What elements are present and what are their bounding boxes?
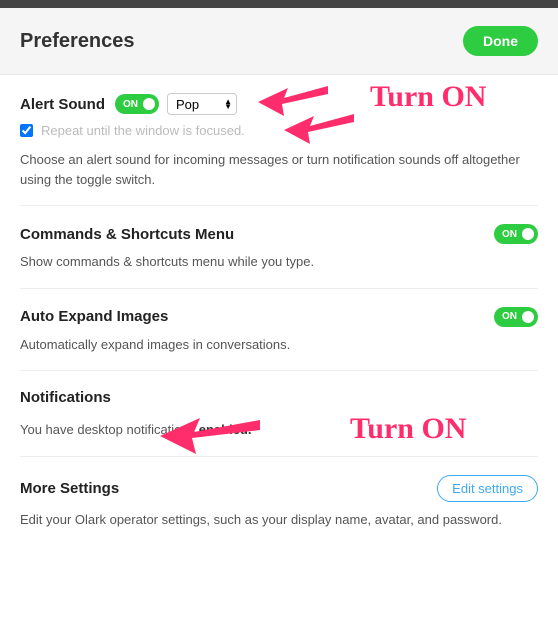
toggle-label: ON — [123, 99, 138, 110]
notifications-title: Notifications — [20, 389, 111, 406]
commands-desc: Show commands & shortcuts menu while you… — [20, 252, 538, 272]
annotation-text-2: Turn ON — [350, 412, 466, 446]
auto-expand-toggle[interactable]: ON — [494, 307, 538, 327]
preferences-header: Preferences Done — [0, 8, 558, 75]
toggle-knob-icon — [522, 228, 534, 240]
notifications-desc-prefix: You have desktop notifications — [20, 422, 199, 437]
toggle-label: ON — [502, 229, 517, 240]
alert-sound-desc: Choose an alert sound for incoming messa… — [20, 150, 538, 189]
notifications-status: enabled. — [199, 422, 252, 437]
select-value: Pop — [176, 97, 199, 112]
browser-topbar — [0, 0, 558, 8]
preferences-content: Alert Sound ON Pop ▲▼ Repeat until the w… — [0, 75, 558, 545]
section-auto-expand: Auto Expand Images ON Automatically expa… — [20, 289, 538, 372]
done-button[interactable]: Done — [463, 26, 538, 56]
more-settings-desc: Edit your Olark operator settings, such … — [20, 510, 538, 530]
commands-toggle[interactable]: ON — [494, 224, 538, 244]
alert-sound-select[interactable]: Pop ▲▼ — [167, 93, 237, 115]
repeat-checkbox[interactable] — [20, 124, 33, 137]
page-title: Preferences — [20, 30, 135, 53]
alert-sound-title: Alert Sound — [20, 96, 105, 113]
auto-expand-desc: Automatically expand images in conversat… — [20, 335, 538, 355]
auto-expand-title: Auto Expand Images — [20, 308, 168, 325]
more-settings-title: More Settings — [20, 480, 119, 497]
commands-title: Commands & Shortcuts Menu — [20, 226, 234, 243]
section-commands: Commands & Shortcuts Menu ON Show comman… — [20, 206, 538, 289]
alert-sound-toggle[interactable]: ON — [115, 94, 159, 114]
chevron-updown-icon: ▲▼ — [224, 99, 232, 109]
toggle-knob-icon — [143, 98, 155, 110]
repeat-label: Repeat until the window is focused. — [41, 123, 245, 138]
edit-settings-button[interactable]: Edit settings — [437, 475, 538, 502]
section-more-settings: More Settings Edit settings Edit your Ol… — [20, 457, 538, 546]
toggle-knob-icon — [522, 311, 534, 323]
annotation-text-1: Turn ON — [370, 80, 486, 114]
toggle-label: ON — [502, 311, 517, 322]
